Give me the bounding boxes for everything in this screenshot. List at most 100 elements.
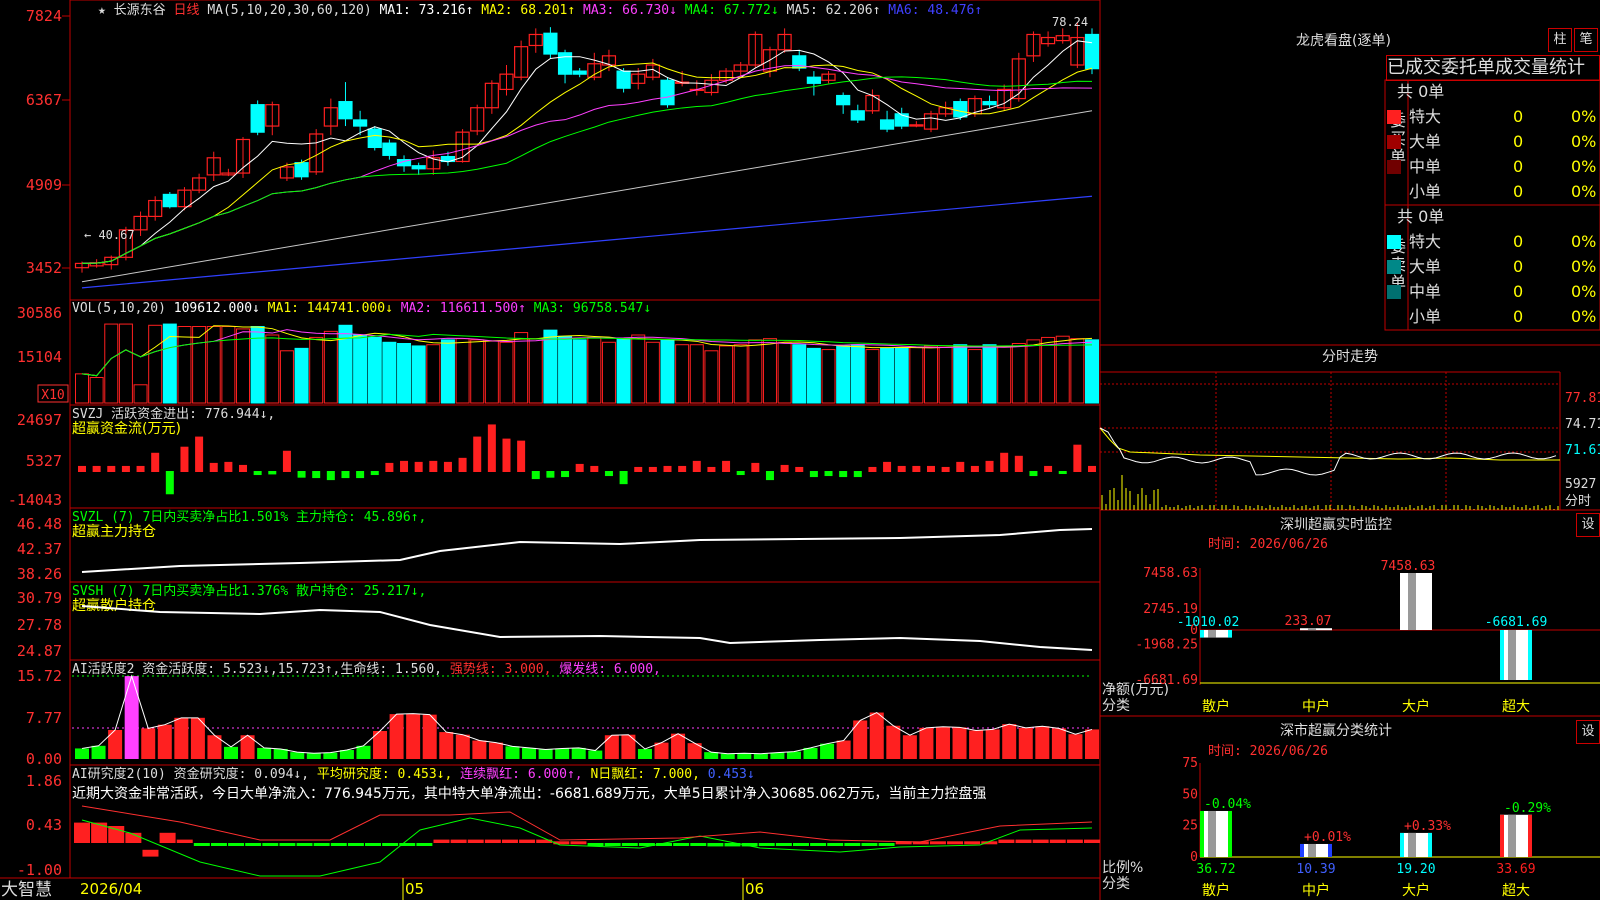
activity-bar (422, 714, 437, 759)
flow-bar (400, 460, 409, 472)
flow-bar (531, 471, 540, 480)
color-swatch (1387, 260, 1401, 274)
color-swatch (1387, 135, 1401, 149)
sell-row: 中单 0 0% (1385, 279, 1600, 304)
flow-bar (209, 462, 218, 472)
activity-bar (389, 714, 404, 759)
flow-bar (458, 457, 467, 472)
activity-bar (257, 747, 272, 759)
tick-mode-button[interactable]: 笔 (1574, 28, 1598, 52)
flow-bar (926, 465, 935, 472)
flow-bar (92, 465, 101, 472)
research-bar (604, 843, 621, 846)
stats-value: 36.72 (1196, 862, 1235, 877)
legend-item: 连续飘红: 6.000↑, (460, 766, 590, 782)
stats-value: 10.39 (1296, 862, 1335, 877)
flow-bar (634, 466, 643, 472)
stats-category: 散户 (1202, 882, 1230, 899)
row-count: 0 (1513, 157, 1524, 176)
candle (250, 104, 265, 133)
research-bar (210, 843, 227, 846)
research-bar (519, 839, 536, 843)
activity-bar (737, 753, 752, 759)
flow-bar (443, 461, 452, 472)
research-bar (296, 843, 313, 846)
flow-bar (487, 424, 496, 472)
sz-stats-settings-button[interactable]: 设 (1576, 720, 1600, 744)
sz-stats-time: 时间: 2026/06/26 (1208, 744, 1328, 759)
ai2-legend: AI研究度2(10) 资金研究度: 0.094↓, 平均研究度: 0.453↓,… (72, 766, 755, 782)
stats-change: +0.01% (1304, 830, 1351, 845)
activity-bar (704, 752, 719, 759)
research-bar (228, 843, 245, 846)
legend-item: AI研究度2(10) 资金研究度: 0.094↓, (72, 766, 317, 782)
flow-bar (956, 461, 965, 472)
activity-bar (571, 747, 586, 759)
sz-monitor-settings-button[interactable]: 设 (1576, 513, 1600, 537)
flow-bar (297, 471, 306, 478)
monitor-tick: -1968.25 (1135, 638, 1198, 653)
svzl-tick: 46.48 (17, 515, 62, 533)
research-bar (673, 843, 690, 846)
volume-bar (148, 324, 163, 404)
monitor-category: 大户 (1402, 698, 1430, 715)
monitor-value: 233.07 (1285, 614, 1332, 629)
activity-bar (637, 748, 652, 759)
monitor-tick: 7458.63 (1143, 566, 1198, 581)
candle (660, 79, 675, 106)
sz-monitor-time: 时间: 2026/06/26 (1208, 537, 1328, 552)
volume-bar (265, 334, 280, 404)
research-bar (1066, 839, 1083, 843)
flow-bar (356, 471, 365, 479)
activity-bar (952, 727, 967, 759)
stats-value: 33.69 (1496, 862, 1535, 877)
activity-bar (273, 748, 288, 759)
sell-row: 特大 0 0% (1385, 229, 1600, 254)
ma-line (81, 62, 1093, 264)
stats-bar-edge (1400, 832, 1404, 857)
research-bar (108, 826, 125, 843)
legend-item: VOL(5,10,20) (72, 301, 174, 316)
vol-ma-line (81, 325, 1093, 377)
row-count: 0 (1513, 232, 1524, 251)
vol-tick: 15104 (17, 348, 62, 366)
ai1-tick: 15.72 (17, 667, 62, 685)
volume-bar (865, 349, 880, 404)
research-bar (501, 839, 518, 843)
flow-bar (648, 466, 657, 472)
research-bar (176, 839, 193, 843)
volume-bar (982, 344, 997, 404)
research-bar (450, 839, 467, 843)
price-tick: 7824 (26, 7, 62, 25)
bar-mode-button[interactable]: 柱 (1548, 28, 1572, 52)
research-bar (775, 843, 792, 846)
flow-bar (517, 440, 526, 472)
activity-bar (356, 745, 371, 759)
volume-bar (455, 338, 470, 404)
candle (894, 113, 909, 127)
volume-bar (411, 345, 426, 404)
tab-filled[interactable]: 已成交 (1387, 57, 1441, 78)
tab-stats[interactable]: 统计 (1549, 57, 1585, 78)
ai2-tick: 1.86 (26, 772, 62, 790)
flow-bar (341, 471, 350, 479)
color-swatch (1387, 310, 1401, 324)
research-bar (484, 839, 501, 843)
row-count: 0 (1513, 282, 1524, 301)
legend-item: 爆发线: 6.000, (559, 661, 661, 677)
svzj-tick: -14043 (8, 491, 62, 509)
candle (982, 101, 997, 106)
activity-bar (1068, 734, 1083, 759)
candle (382, 142, 397, 156)
row-percent: 0% (1571, 257, 1597, 276)
research-bar (536, 839, 553, 843)
volume-bar (543, 329, 558, 404)
flow-bar (985, 460, 994, 472)
tab-volume[interactable]: 成交量 (1495, 57, 1549, 78)
research-bar (74, 822, 90, 843)
legend-item: MA3: 66.730↓ (583, 3, 685, 18)
activity-bar (339, 750, 354, 759)
tab-orders[interactable]: 委托单 (1441, 57, 1495, 78)
volume-bar (572, 339, 587, 404)
volume-bar (704, 350, 719, 404)
